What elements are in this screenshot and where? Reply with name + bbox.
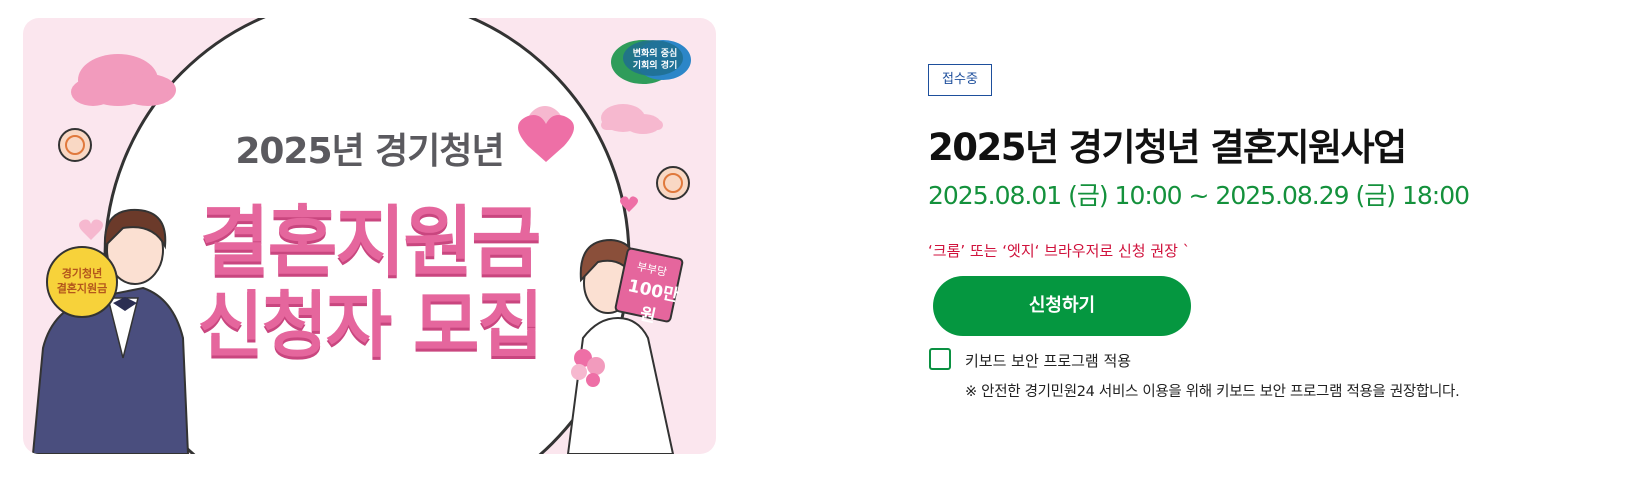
logo-line-1: 변화의 중심	[632, 49, 678, 59]
groom-sign-line-1: 경기청년	[61, 267, 103, 280]
browser-notice: ‘크롬’ 또는 ‘엣지‘ 브라우저로 신청 권장 `	[928, 242, 1191, 260]
banner-year-line: 2025년 경기청년	[235, 131, 504, 172]
application-period: 2025.08.01 (금) 10:00 ~ 2025.08.29 (금) 18…	[928, 181, 1470, 210]
groom-sign-line-2: 결혼지원금	[56, 282, 108, 295]
status-badge: 접수중	[928, 64, 992, 96]
page-title: 2025년 경기청년 결혼지원사업	[928, 126, 1407, 169]
keyboard-security-checkbox[interactable]	[929, 348, 951, 370]
cloud-icon	[71, 54, 176, 106]
groom-sign-text: 경기청년 결혼지원금	[47, 266, 117, 296]
banner-title-line-2: 신청자 모집	[197, 283, 543, 367]
keyboard-security-note: ※ 안전한 경기민원24 서비스 이용을 위해 키보드 보안 프로그램 적용을 …	[965, 384, 1460, 400]
keyboard-security-label[interactable]: 키보드 보안 프로그램 적용	[965, 350, 1131, 371]
logo-line-2: 기회의 경기	[632, 61, 678, 71]
logo-text: 변화의 중심 기회의 경기	[619, 48, 691, 72]
banner-image: 변화의 중심 기회의 경기 2025년 경기청년 결혼지원금 신청자 모집 경기…	[23, 18, 716, 454]
apply-button[interactable]: 신청하기	[933, 276, 1191, 336]
